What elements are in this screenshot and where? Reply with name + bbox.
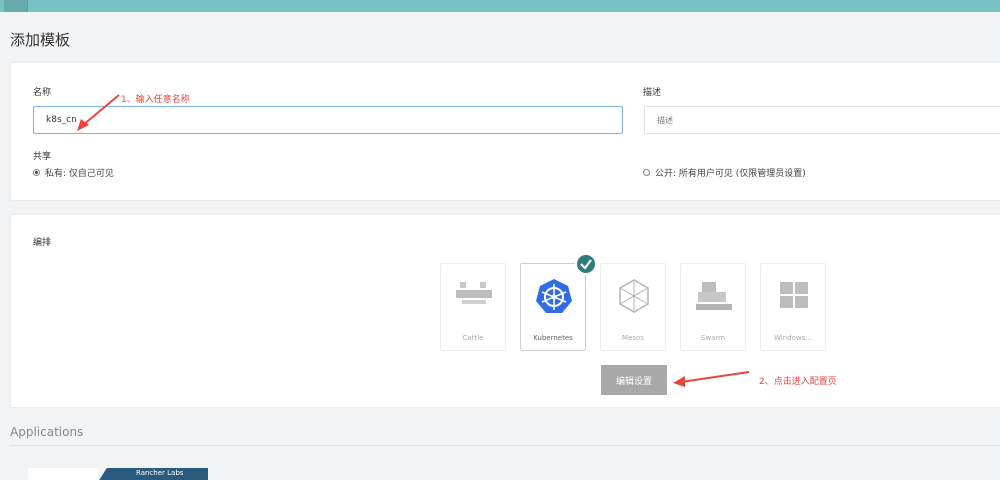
- windows-icon: [780, 282, 808, 308]
- share-public-label: 公开: 所有用户可见 (仅限管理员设置): [655, 169, 806, 179]
- orchestration-option-swarm[interactable]: Swarm: [680, 263, 746, 351]
- share-private-radio[interactable]: 私有: 仅自己可见: [33, 166, 114, 179]
- share-label: 共享: [33, 152, 52, 162]
- description-label: 描述: [643, 88, 662, 98]
- divider: [10, 445, 1000, 446]
- selected-check-icon: [575, 253, 597, 275]
- orchestration-label-windows: Windows...: [774, 334, 812, 342]
- orchestration-label-kubernetes: Kubernetes: [533, 334, 573, 342]
- orchestration-label: 编排: [33, 238, 52, 248]
- description-input[interactable]: [644, 106, 1000, 134]
- top-bar: [0, 0, 1000, 12]
- mesos-icon: [619, 279, 649, 313]
- annotation-step2: 2、点击进入配置页: [759, 377, 837, 387]
- page-title: 添加模板: [10, 31, 71, 49]
- orchestration-label-swarm: Swarm: [700, 334, 726, 342]
- edit-config-button[interactable]: 编辑设置: [601, 365, 667, 395]
- orchestration-option-mesos[interactable]: Mesos: [600, 263, 666, 351]
- applications-heading: Applications: [10, 425, 84, 439]
- share-public-radio[interactable]: 公开: 所有用户可见 (仅限管理员设置): [643, 166, 806, 179]
- menu-icon[interactable]: [4, 0, 28, 12]
- annotation-step1: 1、输入任意名称: [121, 95, 190, 105]
- annotation-arrow-icon: [77, 94, 120, 131]
- application-card[interactable]: [28, 468, 98, 480]
- annotation-arrow-icon: [673, 371, 750, 387]
- template-info-panel: 名称 描述 共享 私有: 仅自己可见 公开: 所有用户可见 (仅限管理员设置) …: [10, 62, 1000, 201]
- orchestration-option-cattle[interactable]: Cattle: [440, 263, 506, 351]
- orchestration-label-cattle: Cattle: [462, 334, 484, 342]
- share-private-label: 私有: 仅自己可见: [45, 169, 114, 179]
- ribbon-label: Rancher Labs: [136, 469, 184, 477]
- orchestration-option-windows[interactable]: Windows...: [760, 263, 826, 351]
- radio-empty-icon: [643, 169, 650, 176]
- radio-selected-icon: [33, 169, 40, 176]
- rancher-labs-ribbon: Rancher Labs: [98, 468, 208, 480]
- kubernetes-icon: [536, 279, 572, 313]
- cattle-icon: [456, 282, 492, 304]
- name-label: 名称: [33, 88, 52, 98]
- orchestration-panel: 编排 Cattle Kubernetes Mesos Swarm Windows…: [10, 214, 1000, 408]
- swarm-icon: [696, 282, 732, 310]
- orchestration-option-kubernetes[interactable]: Kubernetes: [520, 263, 586, 351]
- orchestration-label-mesos: Mesos: [622, 334, 644, 342]
